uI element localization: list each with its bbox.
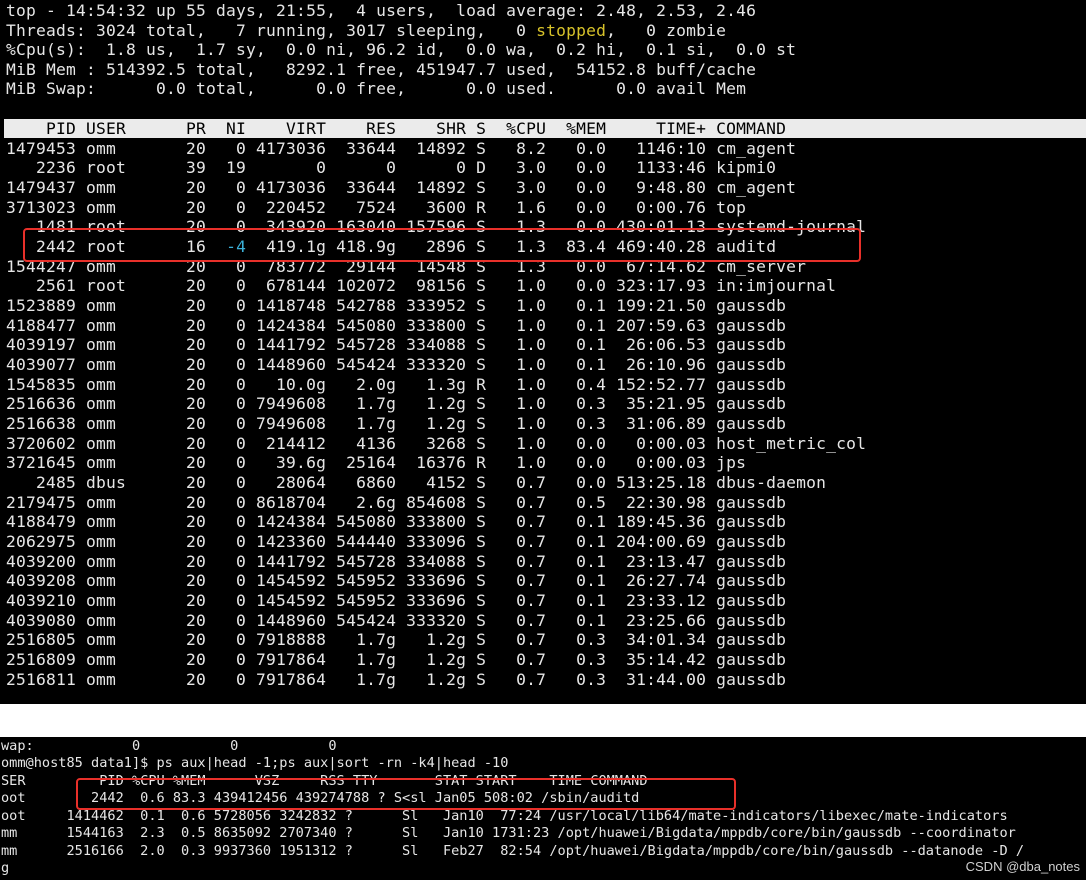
threads-text-tail: , 0 zombie: [606, 21, 727, 40]
process-row: 4039208 omm 20 0 1454592 545952 333696 S…: [6, 571, 787, 590]
process-row: 4039077 omm 20 0 1448960 545424 333320 S…: [6, 355, 787, 374]
process-row: 1479453 omm 20 0 4173036 33644 14892 S 8…: [6, 139, 797, 158]
process-row: 1545835 omm 20 0 10.0g 2.0g 1.3g R 1.0 0…: [6, 375, 787, 394]
process-row: 4039200 omm 20 0 1441792 545728 334088 S…: [6, 552, 787, 571]
process-row: 4039197 omm 20 0 1441792 545728 334088 S…: [6, 335, 787, 354]
terminal-line: g: [1, 860, 10, 876]
column-header: PID USER PR NI VIRT RES SHR S %CPU %MEM …: [6, 119, 787, 138]
ps-row: mm 1544163 2.3 0.5 8635092 2707340 ? Sl …: [1, 825, 1016, 841]
process-row: 4188477 omm 20 0 1424384 545080 333800 S…: [6, 316, 787, 335]
threads-text: Threads: 3024 total, 7 running, 3017 sle…: [6, 21, 537, 40]
top-threads-line: Threads: 3024 total, 7 running, 3017 sle…: [6, 21, 726, 40]
ps-row: mm 2516166 2.0 0.3 9937360 1951312 ? Sl …: [1, 843, 1025, 859]
top-mem-line: MiB Mem : 514392.5 total, 8292.1 free, 4…: [6, 60, 757, 79]
stopped-label: stopped: [536, 21, 607, 40]
process-row: 2179475 omm 20 0 8618704 2.6g 854608 S 0…: [6, 493, 787, 512]
process-row: 3720602 omm 20 0 214412 4136 3268 S 1.0 …: [6, 434, 867, 453]
process-row: 2516809 omm 20 0 7917864 1.7g 1.2g S 0.7…: [6, 650, 787, 669]
process-row: 3713023 omm 20 0 220452 7524 3600 R 1.6 …: [6, 198, 747, 217]
auditd-highlight-box: [23, 228, 861, 262]
csdn-watermark: CSDN @dba_notes: [965, 859, 1080, 874]
process-row: 2516811 omm 20 0 7917864 1.7g 1.2g S 0.7…: [6, 670, 787, 689]
process-row: 2516805 omm 20 0 7918888 1.7g 1.2g S 0.7…: [6, 630, 787, 649]
top-cpu-line: %Cpu(s): 1.8 us, 1.7 sy, 0.0 ni, 96.2 id…: [6, 40, 797, 59]
process-row: 2485 dbus 20 0 28064 6860 4152 S 0.7 0.0…: [6, 473, 827, 492]
process-row: 4039080 omm 20 0 1448960 545424 333320 S…: [6, 611, 787, 630]
process-row: 3721645 omm 20 0 39.6g 25164 16376 R 1.0…: [6, 453, 747, 472]
top-swap-line: MiB Swap: 0.0 total, 0.0 free, 0.0 used.…: [6, 79, 747, 98]
process-row: 2236 root 39 19 0 0 0 D 3.0 0.0 1133:46 …: [6, 158, 777, 177]
process-row: 4039210 omm 20 0 1454592 545952 333696 S…: [6, 591, 787, 610]
process-row: 2062975 omm 20 0 1423360 544440 333096 S…: [6, 532, 787, 551]
process-row: 4188479 omm 20 0 1424384 545080 333800 S…: [6, 512, 787, 531]
shell-command-line: omm@host85 data1]$ ps aux|head -1;ps aux…: [1, 755, 509, 771]
ps-terminal: wap: 0 0 0 omm@host85 data1]$ ps aux|hea…: [0, 737, 1086, 880]
auditd-ps-highlight-box: [76, 778, 736, 810]
top-terminal: top - 14:54:32 up 55 days, 21:55, 4 user…: [0, 0, 1086, 704]
process-row: 2516638 omm 20 0 7949608 1.7g 1.2g S 1.0…: [6, 414, 787, 433]
process-row: 2561 root 20 0 678144 102072 98156 S 1.0…: [6, 276, 837, 295]
process-row: 1479437 omm 20 0 4173036 33644 14892 S 3…: [6, 178, 797, 197]
process-row: 1523889 omm 20 0 1418748 542788 333952 S…: [6, 296, 787, 315]
process-row: 2516636 omm 20 0 7949608 1.7g 1.2g S 1.0…: [6, 394, 787, 413]
top-uptime-line: top - 14:54:32 up 55 days, 21:55, 4 user…: [6, 1, 757, 20]
